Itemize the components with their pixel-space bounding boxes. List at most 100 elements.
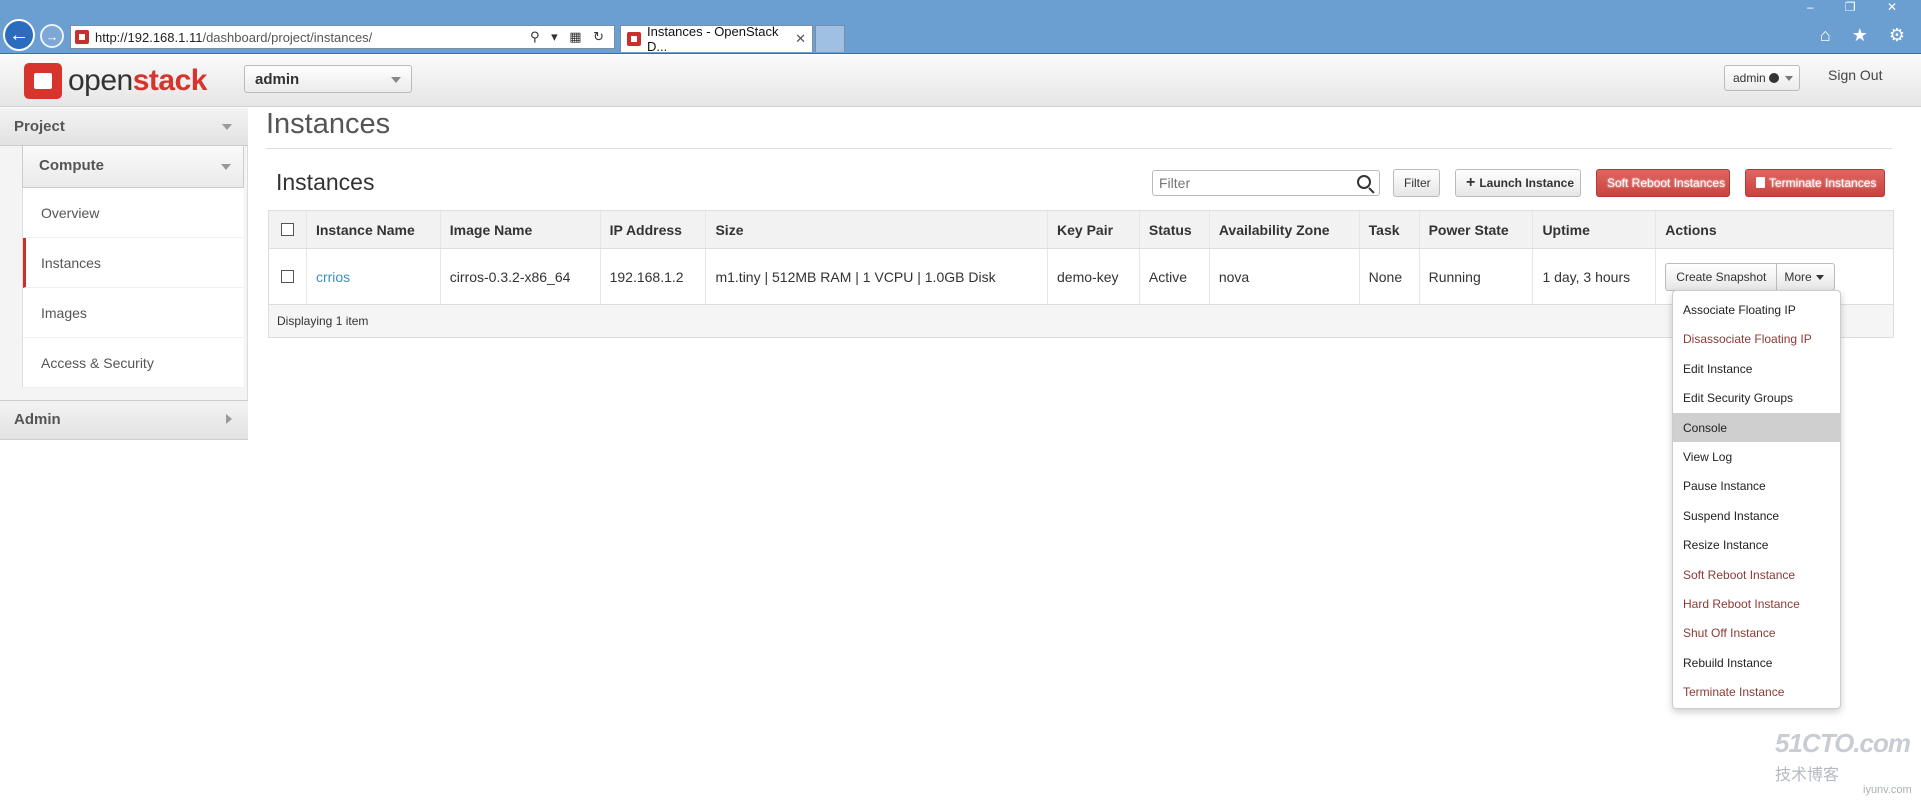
dashboard-header: openstack admin admin Sign Out [0,55,1921,107]
sidebar-item-overview[interactable]: Overview [23,188,244,238]
openstack-logo[interactable]: openstack [24,63,207,99]
menu-item-shut-off-instance[interactable]: Shut Off Instance [1673,618,1840,647]
availability-zone-cell: nova [1210,249,1360,304]
filter-button[interactable]: Filter [1393,169,1440,197]
select-all-cell [269,211,307,248]
filter-input[interactable] [1152,170,1380,196]
back-arrow-icon[interactable]: ← [3,19,35,51]
window-controls-icon[interactable]: – ❐ ✕ [1807,0,1911,14]
menu-item-view-log[interactable]: View Log [1673,442,1840,471]
url-path: /dashboard/project/instances/ [202,29,373,45]
more-actions-button[interactable]: More [1777,262,1835,291]
sign-out-link[interactable]: Sign Out [1828,67,1882,83]
new-tab-button[interactable] [815,25,845,52]
ip-address-cell: 192.168.1.2 [601,249,707,304]
sidebar-section-project[interactable]: Project [0,108,248,146]
select-all-checkbox[interactable] [280,223,294,236]
column-header-ip-address[interactable]: IP Address [601,211,707,248]
menu-item-hard-reboot-instance[interactable]: Hard Reboot Instance [1673,589,1840,618]
trash-icon [1756,177,1765,188]
sidebar: Project Compute Overview Instances Image… [0,108,248,440]
table-title: Instances [276,169,375,195]
sidebar-item-images[interactable]: Images [23,288,244,338]
menu-item-suspend-instance[interactable]: Suspend Instance [1673,501,1840,530]
sidebar-section-admin[interactable]: Admin [0,400,248,440]
menu-item-edit-instance[interactable]: Edit Instance [1673,354,1840,383]
create-snapshot-button[interactable]: Create Snapshot [1665,262,1778,291]
sidebar-group-compute[interactable]: Compute [22,146,244,188]
page-title: Instances [266,108,391,140]
user-icon [1768,73,1779,83]
watermark-line2: 技术博客 [1775,767,1840,784]
site-favicon-icon [75,30,89,44]
task-cell: None [1360,249,1420,304]
browser-toolbar-icons[interactable]: ⌂ ★ ⚙ [1820,25,1913,46]
address-controls-icon[interactable]: ⚲ ▾ ▦ ↻ [530,29,608,45]
forward-arrow-icon[interactable]: → [40,24,64,48]
menu-item-pause-instance[interactable]: Pause Instance [1673,471,1840,500]
project-selector-label: admin [255,71,300,88]
soft-reboot-instances-button[interactable]: Soft Reboot Instances [1596,169,1730,197]
chevron-right-icon [226,414,232,424]
chevron-down-icon [222,124,232,130]
table-row: crrios cirros-0.3.2-x86_64 192.168.1.2 m… [269,249,1893,305]
browser-chrome: ← → http://192.168.1.11/dashboard/projec… [0,0,1921,54]
key-pair-cell: demo-key [1048,249,1140,304]
terminate-instances-button[interactable]: Terminate Instances [1745,169,1885,197]
menu-item-edit-security-groups[interactable]: Edit Security Groups [1673,383,1840,412]
table-footer: Displaying 1 item [269,305,1893,337]
menu-item-terminate-instance[interactable]: Terminate Instance [1673,677,1840,706]
column-header-instance-name[interactable]: Instance Name [307,211,441,248]
watermark-line3: iyunv.com [1863,784,1912,796]
openstack-logo-icon [24,63,62,99]
instance-name-link[interactable]: crrios [316,269,350,285]
plus-icon: + [1466,174,1476,191]
browser-tab[interactable]: Instances - OpenStack D... ✕ [620,24,813,54]
column-header-key-pair[interactable]: Key Pair [1048,211,1140,248]
instance-name-cell: crrios [307,249,441,304]
column-header-actions: Actions [1665,221,1717,238]
tab-favicon-icon [627,32,641,46]
menu-item-disassociate-floating-ip[interactable]: Disassociate Floating IP [1673,324,1840,353]
column-header-size[interactable]: Size [706,211,1049,248]
column-header-task[interactable]: Task [1360,211,1420,248]
address-bar[interactable]: http://192.168.1.11/dashboard/project/in… [70,25,615,49]
column-header-power-state[interactable]: Power State [1420,211,1534,248]
user-menu-label: admin [1733,71,1766,85]
menu-item-associate-floating-ip[interactable]: Associate Floating IP [1673,295,1840,324]
chevron-down-icon [391,77,401,83]
row-select-cell [269,249,307,304]
instances-table: Instance Name Image Name IP Address Size… [268,210,1894,338]
sidebar-nav-list: Overview Instances Images Access & Secur… [22,188,244,388]
sidebar-item-access-security[interactable]: Access & Security [23,338,244,388]
caret-down-icon [1815,274,1824,280]
power-state-cell: Running [1420,249,1534,304]
uptime-cell: 1 day, 3 hours [1533,249,1657,304]
watermark: 51CTO.com 技术博客 iyunv.com [1775,728,1915,798]
project-selector[interactable]: admin [244,65,412,93]
column-header-uptime[interactable]: Uptime [1533,211,1657,248]
menu-item-soft-reboot-instance[interactable]: Soft Reboot Instance [1673,560,1840,589]
menu-item-console[interactable]: Console [1673,412,1840,442]
tab-close-icon[interactable]: ✕ [795,31,806,47]
user-menu[interactable]: admin [1724,65,1800,91]
tab-title: Instances - OpenStack D... [647,24,779,54]
table-header: Instance Name Image Name IP Address Size… [269,211,1893,249]
watermark-line1: 51CTO.com [1775,728,1911,758]
menu-item-resize-instance[interactable]: Resize Instance [1673,530,1840,559]
column-header-availability-zone[interactable]: Availability Zone [1210,211,1360,248]
launch-instance-button[interactable]: + Launch Instance [1455,169,1581,197]
url-host: http://192.168.1.11 [95,29,203,45]
row-checkbox[interactable] [280,270,294,283]
column-header-status[interactable]: Status [1140,211,1210,248]
sidebar-item-instances[interactable]: Instances [23,238,244,288]
search-icon [1357,175,1371,189]
size-cell: m1.tiny | 512MB RAM | 1 VCPU | 1.0GB Dis… [706,249,1049,304]
column-header-image-name[interactable]: Image Name [441,211,601,248]
image-name-cell: cirros-0.3.2-x86_64 [441,249,601,304]
chevron-down-icon [1785,76,1793,81]
menu-item-rebuild-instance[interactable]: Rebuild Instance [1673,648,1840,677]
title-divider [266,148,1892,149]
status-cell: Active [1140,249,1210,304]
chevron-down-icon [221,164,231,170]
